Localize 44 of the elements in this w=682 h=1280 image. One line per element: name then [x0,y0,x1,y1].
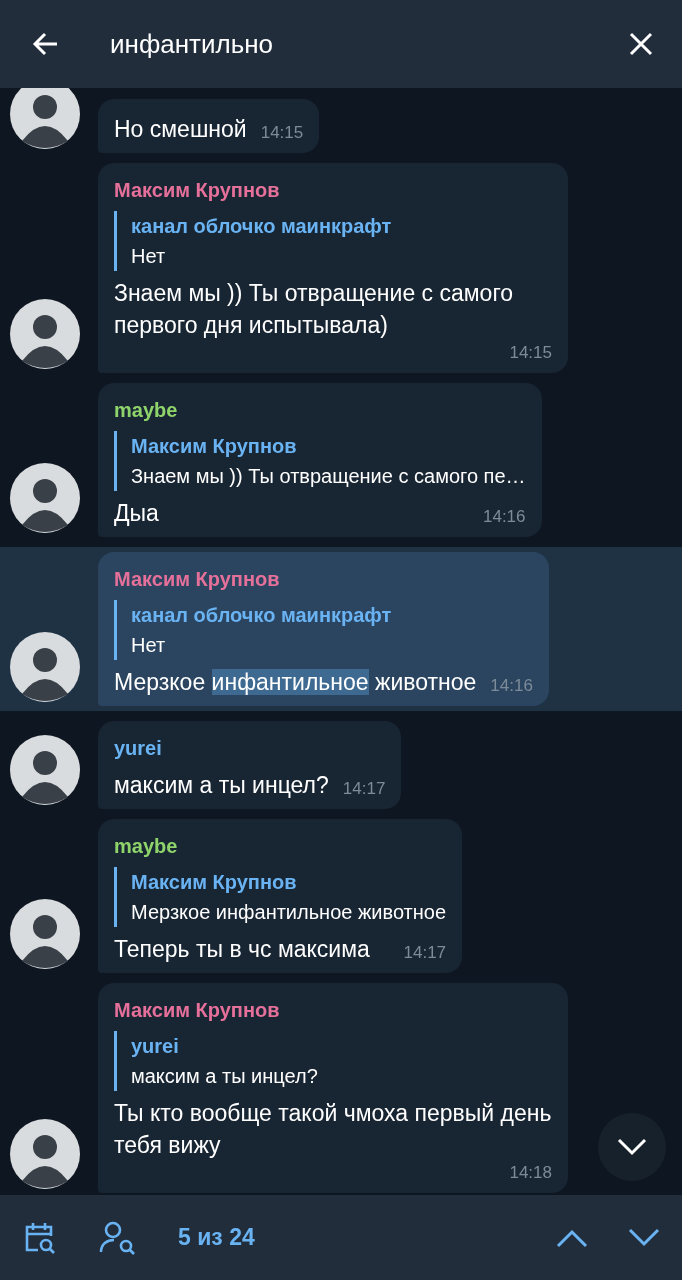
sender-name: Максим Крупнов [114,178,281,203]
result-counter: 5 из 24 [178,1224,255,1251]
message-text: максим а ты инцел? [114,771,329,800]
sender-name: Максим Крупнов [114,998,281,1023]
search-query[interactable]: инфантильно [110,24,274,64]
message-text: Знаем мы )) Ты отвращение с самого первого дня испытывала) [114,279,515,340]
close-icon[interactable] [628,31,654,57]
sender-name: maybe [114,834,179,859]
message-time: 14:17 [402,942,447,964]
message-time: 14:16 [481,506,526,528]
message-time: 14:15 [259,122,304,144]
reply-sender: yurei [131,1034,180,1059]
reply-text: Нет [131,244,167,269]
reply-text: Знаем мы )) Ты отвращение с самого пе… [131,464,526,489]
message-text: Мерзкое инфантильное животное [114,668,477,697]
avatar-icon[interactable] [10,735,80,805]
message-time: 14:17 [341,778,386,800]
reply-text: максим а ты инцел? [131,1064,319,1089]
message-text: Теперь ты в чс максима [114,935,370,964]
chevron-down-icon [617,1138,647,1156]
chevron-up-icon[interactable] [556,1227,588,1248]
reply-text: Мерзкое инфантильное животное [131,900,447,925]
avatar-icon[interactable] [10,299,80,369]
avatar-icon[interactable] [10,632,80,702]
reply-sender: Максим Крупнов [131,870,298,895]
message-time: 14:15 [508,342,552,364]
avatar-icon[interactable] [10,1119,80,1189]
avatar-icon[interactable] [10,899,80,969]
message-text: Но смешной [114,115,247,144]
sender-name: yurei [114,736,163,761]
avatar-icon[interactable] [10,463,80,533]
reply-text: Нет [131,633,167,658]
back-arrow-icon[interactable] [32,30,60,58]
message-text: Дыа [114,499,159,528]
reply-sender: канал облочко маинкрафт [131,214,393,239]
sender-name: maybe [114,398,179,423]
reply-sender: Максим Крупнов [131,434,298,459]
sender-name: Максим Крупнов [114,567,281,592]
message-time: 14:16 [489,675,533,697]
message-text: Ты кто вообще такой чмоха первый день тебя вижу [114,1099,552,1160]
avatar-icon[interactable] [10,88,80,149]
chevron-down-icon[interactable] [628,1227,660,1248]
reply-sender: канал облочко маинкрафт [131,603,393,628]
message-time: 14:18 [508,1162,552,1184]
